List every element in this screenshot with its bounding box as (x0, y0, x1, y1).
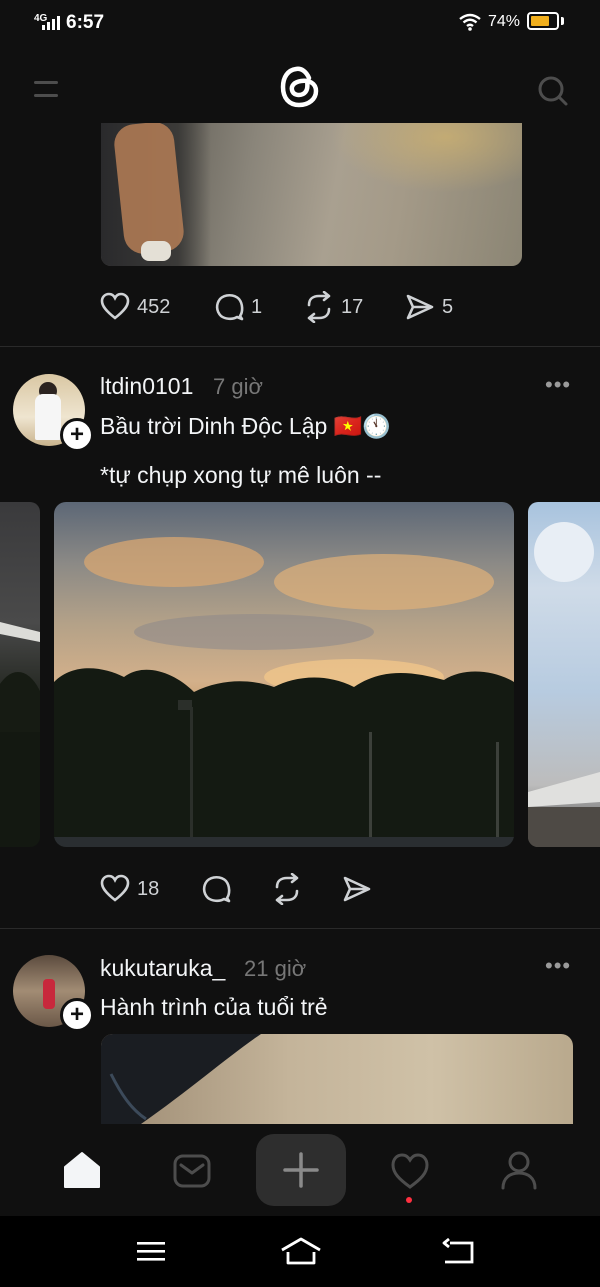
status-time: 6:57 (66, 12, 105, 33)
new-thread-button[interactable] (256, 1134, 346, 1206)
image-sunset (54, 537, 514, 847)
battery-percent: 74% (488, 13, 521, 30)
post-actions: 18 (0, 870, 600, 910)
more-options-icon[interactable]: ••• (545, 953, 571, 979)
username[interactable]: kukutaruka_ (100, 955, 225, 982)
repost-icon[interactable] (271, 873, 303, 905)
battery-tip (561, 17, 564, 25)
activity-icon[interactable] (390, 1152, 430, 1190)
like-icon[interactable] (100, 874, 130, 902)
home-icon[interactable] (62, 1150, 102, 1190)
wifi-icon (459, 13, 481, 31)
follow-plus-icon[interactable]: + (60, 418, 94, 452)
image-light (331, 123, 522, 193)
carousel-image-main[interactable] (54, 502, 514, 847)
signal-icon (42, 16, 60, 30)
divider (0, 928, 600, 929)
like-count: 18 (137, 878, 160, 900)
image-phone (101, 1034, 261, 1124)
search-icon[interactable] (537, 75, 569, 107)
battery-level (531, 16, 549, 26)
follow-plus-icon[interactable]: + (60, 998, 94, 1032)
like-icon[interactable] (100, 292, 130, 320)
like-count: 452 (137, 296, 171, 318)
profile-icon[interactable] (500, 1150, 538, 1190)
share-icon[interactable] (405, 293, 435, 321)
home-system-icon[interactable] (280, 1236, 322, 1266)
battery-icon (527, 12, 559, 30)
post-caption: Hành trình của tuổi trẻ (100, 994, 328, 1020)
share-icon[interactable] (342, 875, 372, 903)
image-sky (528, 522, 600, 847)
avatar-figure (43, 979, 55, 1009)
post-image[interactable] (101, 1034, 573, 1124)
inbox-icon[interactable] (172, 1153, 212, 1189)
share-count: 5 (442, 296, 454, 318)
post-image[interactable] (101, 123, 522, 266)
carousel-image-prev[interactable] (0, 502, 40, 847)
image-shoe (141, 241, 171, 261)
new-thread-icon (283, 1152, 319, 1188)
post-caption-line2: *tự chụp xong tự mê luôn -- (100, 462, 382, 488)
avatar-body (35, 394, 61, 440)
threads-logo-icon[interactable] (279, 64, 321, 110)
repost-count: 17 (341, 296, 364, 318)
post-time: 21 giờ (244, 956, 307, 981)
post-actions: 452 1 17 5 (0, 288, 600, 328)
reply-icon[interactable] (202, 874, 232, 904)
recent-apps-icon[interactable] (136, 1240, 166, 1264)
menu-icon[interactable] (34, 80, 60, 100)
repost-icon[interactable] (303, 291, 335, 323)
reply-count: 1 (251, 296, 263, 318)
back-icon[interactable] (442, 1238, 474, 1266)
reply-icon[interactable] (215, 292, 245, 322)
post-time: 7 giờ (213, 374, 263, 399)
image-trees (0, 622, 40, 847)
username[interactable]: ltdin0101 (100, 373, 193, 400)
divider (0, 346, 600, 347)
post-caption: Bầu trời Dinh Độc Lập 🇻🇳🕚 (100, 413, 391, 439)
carousel-image-next[interactable] (528, 502, 600, 847)
activity-notification-dot (406, 1197, 412, 1203)
more-options-icon[interactable]: ••• (545, 372, 571, 398)
status-bar: 4G 6:57 74% (0, 0, 600, 48)
